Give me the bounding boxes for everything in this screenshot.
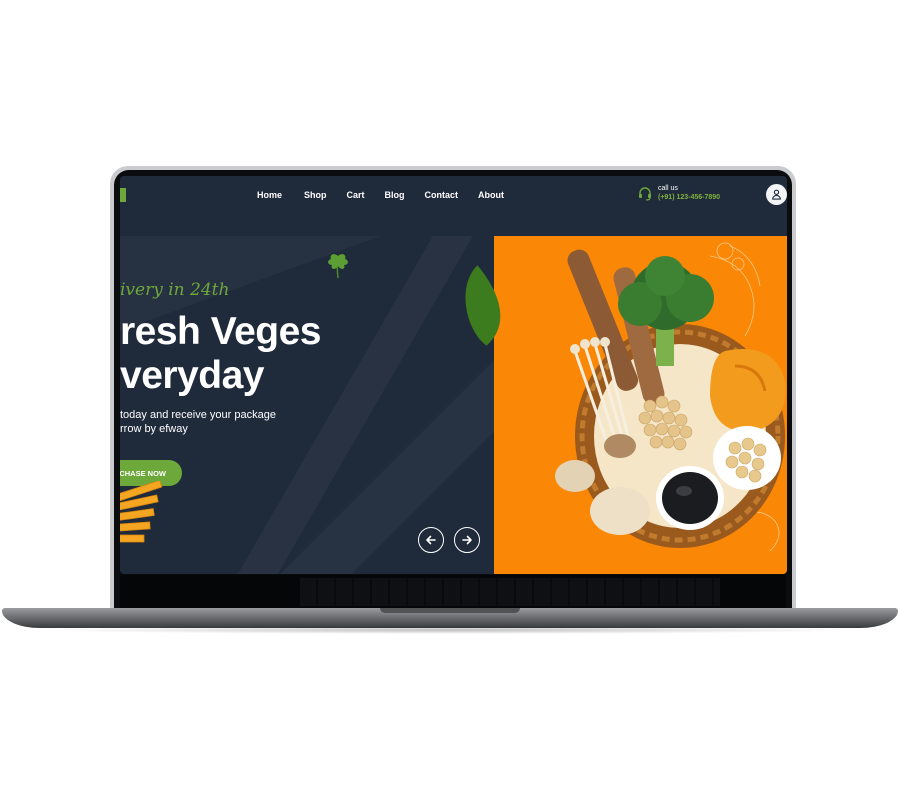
laptop-notch <box>380 608 520 613</box>
keyboard-keys <box>300 578 720 606</box>
nav-item-cart[interactable]: Cart <box>347 190 365 200</box>
nav-item-about[interactable]: About <box>478 190 504 200</box>
hero-headline-line1: resh Veges <box>120 310 321 353</box>
hero-subtext-line1: today and receive your package <box>120 409 276 421</box>
fries-image <box>120 481 163 543</box>
hero-subtext: today and receive your package rrow by e… <box>120 408 276 436</box>
laptop-shadow <box>40 626 860 634</box>
call-us-label: call us <box>658 185 678 192</box>
hero-tagline: ivery in 24th <box>120 280 230 300</box>
call-us-block[interactable]: call us (+91) 123-456-7890 <box>637 184 720 203</box>
nav-item-blog[interactable]: Blog <box>385 190 405 200</box>
logo[interactable] <box>120 188 126 202</box>
website-screen: Home Shop Cart Blog Contact About call u… <box>120 176 787 574</box>
user-icon <box>772 189 781 200</box>
user-account-button[interactable] <box>766 184 787 205</box>
headset-icon <box>639 186 651 201</box>
hero-subtext-line2: rrow by efway <box>120 423 188 435</box>
hero-headline-line2: veryday <box>120 354 264 397</box>
hero-headline: resh Veges veryday <box>120 310 321 398</box>
slider-prev-button[interactable] <box>418 527 444 553</box>
parsley-leaf-icon <box>328 254 348 279</box>
main-nav: Home Shop Cart Blog Contact About <box>257 190 524 200</box>
nav-item-contact[interactable]: Contact <box>425 190 459 200</box>
arrow-left-icon <box>426 535 436 545</box>
phone-number: (+91) 123-456-7890 <box>658 194 721 201</box>
nav-item-home[interactable]: Home <box>257 190 282 200</box>
call-us-text: call us (+91) 123-456-7890 <box>658 184 720 203</box>
vegetable-basket-image <box>465 242 786 552</box>
nav-item-shop[interactable]: Shop <box>304 190 327 200</box>
